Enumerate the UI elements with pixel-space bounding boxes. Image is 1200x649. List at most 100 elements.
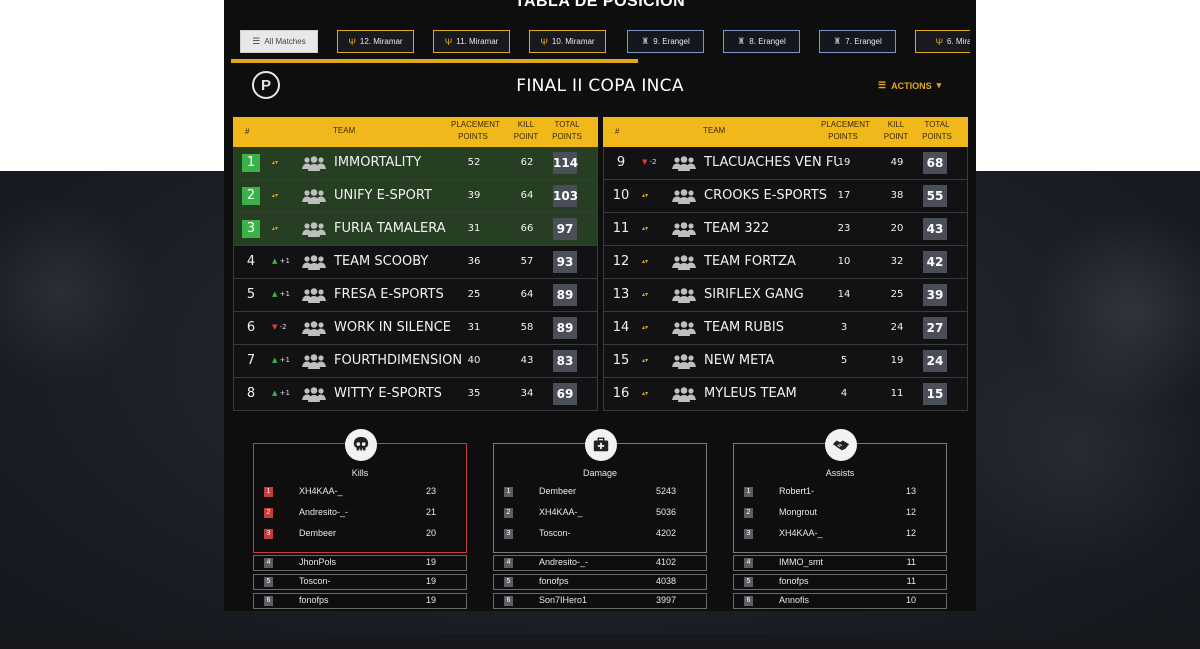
tab-label: 12. Miramar [359,37,403,46]
player-name: Mongrout [779,507,818,517]
stat-title: Assists [825,468,855,478]
standings-table-right: # TEAM PLACEMENT POINTS KILL POINT TOTAL… [603,117,968,411]
tab-label: 6. Mira [947,37,970,46]
event-title: FINAL II COPA INCA [516,76,684,96]
position-change: ▴▾ [272,158,278,166]
player-value: 13 [905,486,916,496]
tab-all-matches[interactable]: ☰ All Matches [240,30,318,53]
team-group-icon [302,288,326,303]
player-name: Toscon- [299,576,331,586]
cactus-icon: Ψ [444,36,453,47]
leader-row[interactable]: 3 XH4KAA-_ 12 [744,526,936,542]
stat-card-kills: Kills 1 XH4KAA-_ 23 2 Andresito-_- 21 3 Dembeer 2… [253,429,467,553]
leader-list-row[interactable]: 5 fonofps 11 [733,574,947,590]
leader-row[interactable]: 3 Dembeer 20 [264,526,456,542]
tab-label: 11. Miramar [456,37,499,46]
team-name: WITTY E-SPORTS [334,386,442,401]
leader-list-row[interactable]: 4 JhonPols 19 [253,555,467,571]
kill-points: 66 [520,223,534,234]
leader-row[interactable]: 1 Dembeer 5243 [504,484,696,500]
no-change-icon: ▴▾ [642,357,649,364]
skull-icon [353,436,369,451]
team-name: CROOKS E-SPORTS [704,188,827,203]
leader-row[interactable]: 1 Robert1- 13 [744,484,936,500]
leader-position: 4 [744,558,753,568]
table-row[interactable]: 9 ▼ -2 TLACUACHES VEN FUT 19 49 68 [603,147,968,180]
placement-points: 10 [837,256,851,267]
team-group-icon [302,321,326,336]
leader-list-row[interactable]: 6 Son7IHero1 3997 [493,593,707,609]
total-points: 89 [553,317,577,339]
tab-8-erangel[interactable]: ♜ 8. Erangel [723,30,800,53]
table-row[interactable]: 8 ▲ +1 WITTY E-SPORTS 35 34 69 [233,378,598,411]
match-tabs: ☰ All Matches Ψ 12. Miramar Ψ 11. Miramar Ψ 10.… [240,30,970,54]
leader-row[interactable]: 2 XH4KAA-_ 5036 [504,505,696,521]
tab-6-mira[interactable]: Ψ 6. Mira [915,30,970,53]
rank-cell: 3 [242,220,260,238]
kill-points: 25 [890,289,904,300]
page-footer-strip [0,634,1200,649]
player-name: XH4KAA-_ [299,486,343,496]
position-change-value: +1 [279,257,290,265]
header-team: TEAM [333,126,356,135]
table-row[interactable]: 2 ▴▾ UNIFY E-SPORT 39 64 103 [233,180,598,213]
tab-10-miramar[interactable]: Ψ 10. Miramar [529,30,606,53]
table-row[interactable]: 7 ▲ +1 FOURTHDIMENSION 40 43 83 [233,345,598,378]
table-row[interactable]: 16 ▴▾ MYLEUS TEAM 4 11 15 [603,378,968,411]
leader-position: 3 [744,529,753,539]
table-row[interactable]: 1 ▴▾ IMMORTALITY 52 62 114 [233,147,598,180]
team-group-icon [302,156,326,171]
leader-row[interactable]: 1 XH4KAA-_ 23 [264,484,456,500]
tab-label: All Matches [264,37,306,46]
player-name: Toscon- [539,528,571,538]
leader-row[interactable]: 2 Mongrout 12 [744,505,936,521]
position-change: ▲ +1 [272,389,290,397]
table-row[interactable]: 11 ▴▾ TEAM 322 23 20 43 [603,213,968,246]
kill-points: 64 [520,289,534,300]
tab-11-miramar[interactable]: Ψ 11. Miramar [433,30,510,53]
player-name: JhonPols [299,557,337,567]
stat-icon-badge [825,429,857,461]
leader-list-row[interactable]: 5 fonofps 4038 [493,574,707,590]
player-value: 5243 [655,486,676,496]
leader-list-row[interactable]: 4 IMMO_smt 11 [733,555,947,571]
actions-dropdown[interactable]: ☰ ACTIONS ▾ [878,80,941,91]
tab-9-erangel[interactable]: ♜ 9. Erangel [627,30,704,53]
table-row[interactable]: 12 ▴▾ TEAM FORTZA 10 32 42 [603,246,968,279]
leader-row[interactable]: 2 Andresito-_- 21 [264,505,456,521]
table-row[interactable]: 15 ▴▾ NEW META 5 19 24 [603,345,968,378]
placement-points: 31 [467,322,481,333]
table-row[interactable]: 14 ▴▾ TEAM RUBIS 3 24 27 [603,312,968,345]
team-group-icon [302,189,326,204]
table-row[interactable]: 13 ▴▾ SIRIFLEX GANG 14 25 39 [603,279,968,312]
leader-list-row[interactable]: 5 Toscon- 19 [253,574,467,590]
player-name: Annofis [779,595,810,605]
first-aid-icon [593,437,609,452]
player-value: 5036 [655,507,676,517]
table-row[interactable]: 4 ▲ +1 TEAM SCOOBY 36 57 93 [233,246,598,279]
tabs-scroll-indicator[interactable] [231,59,638,63]
total-points: 27 [923,317,947,339]
tab-7-erangel[interactable]: ♜ 7. Erangel [819,30,896,53]
leader-list-row[interactable]: 4 Andresito-_- 4102 [493,555,707,571]
team-group-icon [302,222,326,237]
kill-points: 64 [520,190,534,201]
table-header: # TEAM PLACEMENT POINTS KILL POINT TOTAL… [603,117,968,147]
table-row[interactable]: 5 ▲ +1 FRESA E-SPORTS 25 64 89 [233,279,598,312]
leader-list-row[interactable]: 6 Annofis 10 [733,593,947,609]
team-name: TEAM 322 [704,221,770,236]
rank-cell: 11 [612,221,630,236]
leader-list-row[interactable]: 6 fonofps 19 [253,593,467,609]
leader-row[interactable]: 3 Toscon- 4202 [504,526,696,542]
player-value: 3997 [655,595,676,605]
table-row[interactable]: 10 ▴▾ CROOKS E-SPORTS 17 38 55 [603,180,968,213]
tab-12-miramar[interactable]: Ψ 12. Miramar [337,30,414,53]
table-row[interactable]: 3 ▴▾ FURIA TAMALERA 31 66 97 [233,213,598,246]
table-row[interactable]: 6 ▼ -2 WORK IN SILENCE 31 58 89 [233,312,598,345]
team-name: UNIFY E-SPORT [334,188,432,203]
castle-icon: ♜ [737,36,746,46]
total-points: 55 [923,185,947,207]
position-change: ▴▾ [642,191,648,199]
no-change-icon: ▴▾ [272,159,279,166]
rank-cell: 2 [242,187,260,205]
